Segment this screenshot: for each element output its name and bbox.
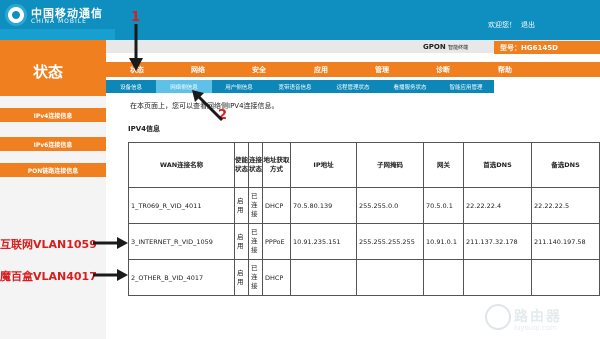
nav-security[interactable]: 安全 [228, 62, 290, 77]
annotation-arrow-vlan1059-icon [93, 237, 128, 249]
top-banner: 中国移动通信 CHINA MOBILE 欢迎您！ 退出 [0, 0, 600, 40]
subtab-remote-management[interactable]: 远程管理状态 [324, 80, 382, 93]
column-header: 地址获取方式 [262, 142, 291, 188]
column-header: 使能状态 [234, 142, 249, 188]
nav-network[interactable]: 网络 [168, 62, 228, 77]
status-header: 状态 [0, 40, 106, 96]
table-cell: DHCP [262, 187, 291, 224]
gpon-label: GPON 智能终端 [423, 43, 469, 51]
nav-application[interactable]: 应用 [290, 62, 352, 77]
subtab-broadband-voice-info[interactable]: 宽带语音信息 [266, 80, 324, 93]
annotation-marker-1: 1 [131, 10, 141, 25]
sidebar-item-ipv4[interactable]: IPv4连接信息 [0, 108, 106, 122]
table-cell [463, 259, 532, 296]
subtab-device-info[interactable]: 设备信息 [106, 80, 156, 93]
watermark-text: 路由器 [514, 309, 562, 325]
table-cell: 启用 [234, 223, 249, 260]
welcome-text: 欢迎您！ [488, 21, 516, 29]
table-cell: 3_INTERNET_R_VID_1059 [128, 223, 235, 260]
model-badge: 型号：HG6145D [494, 41, 600, 54]
table-row: 1_TR069_R_VID_4011 启用 已连接 DHCP 70.5.80.1… [128, 187, 600, 224]
table-cell: 启用 [234, 187, 249, 224]
sidebar-item-ipv6[interactable]: IPv6连接信息 [0, 137, 106, 151]
watermark-router-icon [485, 304, 511, 330]
column-header: 网关 [423, 142, 464, 188]
annotation-arrow-vlan4017-icon [93, 269, 128, 281]
column-header: 首选DNS [463, 142, 532, 188]
main-nav: 状态 网络 安全 应用 管理 诊断 帮助 [106, 62, 600, 77]
annotation-arrow-2-icon [192, 90, 224, 122]
annotation-vlan-1059: 互联网VLAN1059 [0, 238, 97, 251]
table-cell: 10.91.235.151 [290, 223, 357, 260]
annotation-arrow-1-icon [129, 24, 143, 71]
table-cell: 22.22.22.4 [463, 187, 532, 224]
table-cell: 255.255.255.255 [356, 223, 424, 260]
nav-help[interactable]: 帮助 [474, 62, 536, 77]
table-cell: 启用 [234, 259, 249, 296]
column-header: IP地址 [290, 142, 357, 188]
banner-stripe [0, 29, 115, 40]
brand-name-en: CHINA MOBILE [31, 18, 87, 25]
subtab-iptv-service[interactable]: 看播服务状态 [382, 80, 438, 93]
column-header: 备选DNS [531, 142, 600, 188]
table-cell: 211.140.197.58 [531, 223, 600, 260]
page-title: 状态 [33, 63, 64, 81]
sidebar: IPv4连接信息 IPv6连接信息 PON链路连接信息 [0, 96, 106, 339]
column-header: 子网掩码 [356, 142, 424, 188]
table-cell: 1_TR069_R_VID_4011 [128, 187, 235, 224]
table-cell: PPPoE [262, 223, 291, 260]
table-cell: 255.255.0.0 [356, 187, 424, 224]
sidebar-item-pon-link[interactable]: PON链路连接信息 [0, 163, 106, 177]
watermark-url: luyouqi.com [514, 324, 557, 332]
table-cell: 70.5.80.139 [290, 187, 357, 224]
china-mobile-logo-icon [5, 4, 27, 26]
table-row: 3_INTERNET_R_VID_1059 启用 已连接 PPPoE 10.91… [128, 223, 600, 260]
column-header: WAN连接名称 [128, 142, 235, 188]
nav-management[interactable]: 管理 [352, 62, 412, 77]
table-cell: 已连接 [248, 187, 263, 224]
ipv4-wan-table: WAN连接名称 使能状态 连接状态 地址获取方式 IP地址 子网掩码 网关 首选… [128, 142, 600, 296]
table-cell: 22.22.22.5 [531, 187, 600, 224]
annotation-vlan-4017: 魔百盒VLAN4017 [0, 270, 97, 283]
table-cell: 已连接 [248, 223, 263, 260]
table-cell: 70.5.0.1 [423, 187, 464, 224]
table-cell: 10.91.0.1 [423, 223, 464, 260]
table-cell [423, 259, 464, 296]
nav-diagnostics[interactable]: 诊断 [412, 62, 474, 77]
table-cell: 2_OTHER_B_VID_4017 [128, 259, 235, 296]
device-info-row: GPON 智能终端 型号：HG6145D [106, 40, 600, 56]
table-cell [356, 259, 424, 296]
section-title: IPV4信息 [128, 125, 161, 133]
table-row: 2_OTHER_B_VID_4017 启用 已连接 DHCP [128, 259, 600, 296]
sub-nav: 设备信息 网络侧信息 用户侧信息 宽带语音信息 远程管理状态 看播服务状态 智能… [106, 80, 494, 93]
table-cell: 已连接 [248, 259, 263, 296]
table-cell [290, 259, 357, 296]
table-cell: DHCP [262, 259, 291, 296]
subtab-smart-app-management[interactable]: 智能应用管理 [438, 80, 494, 93]
table-cell [531, 259, 600, 296]
table-cell: 211.137.32.178 [463, 223, 532, 260]
logout-link[interactable]: 退出 [521, 20, 535, 30]
column-header: 连接状态 [248, 142, 263, 188]
table-header-row: WAN连接名称 使能状态 连接状态 地址获取方式 IP地址 子网掩码 网关 首选… [128, 142, 600, 188]
